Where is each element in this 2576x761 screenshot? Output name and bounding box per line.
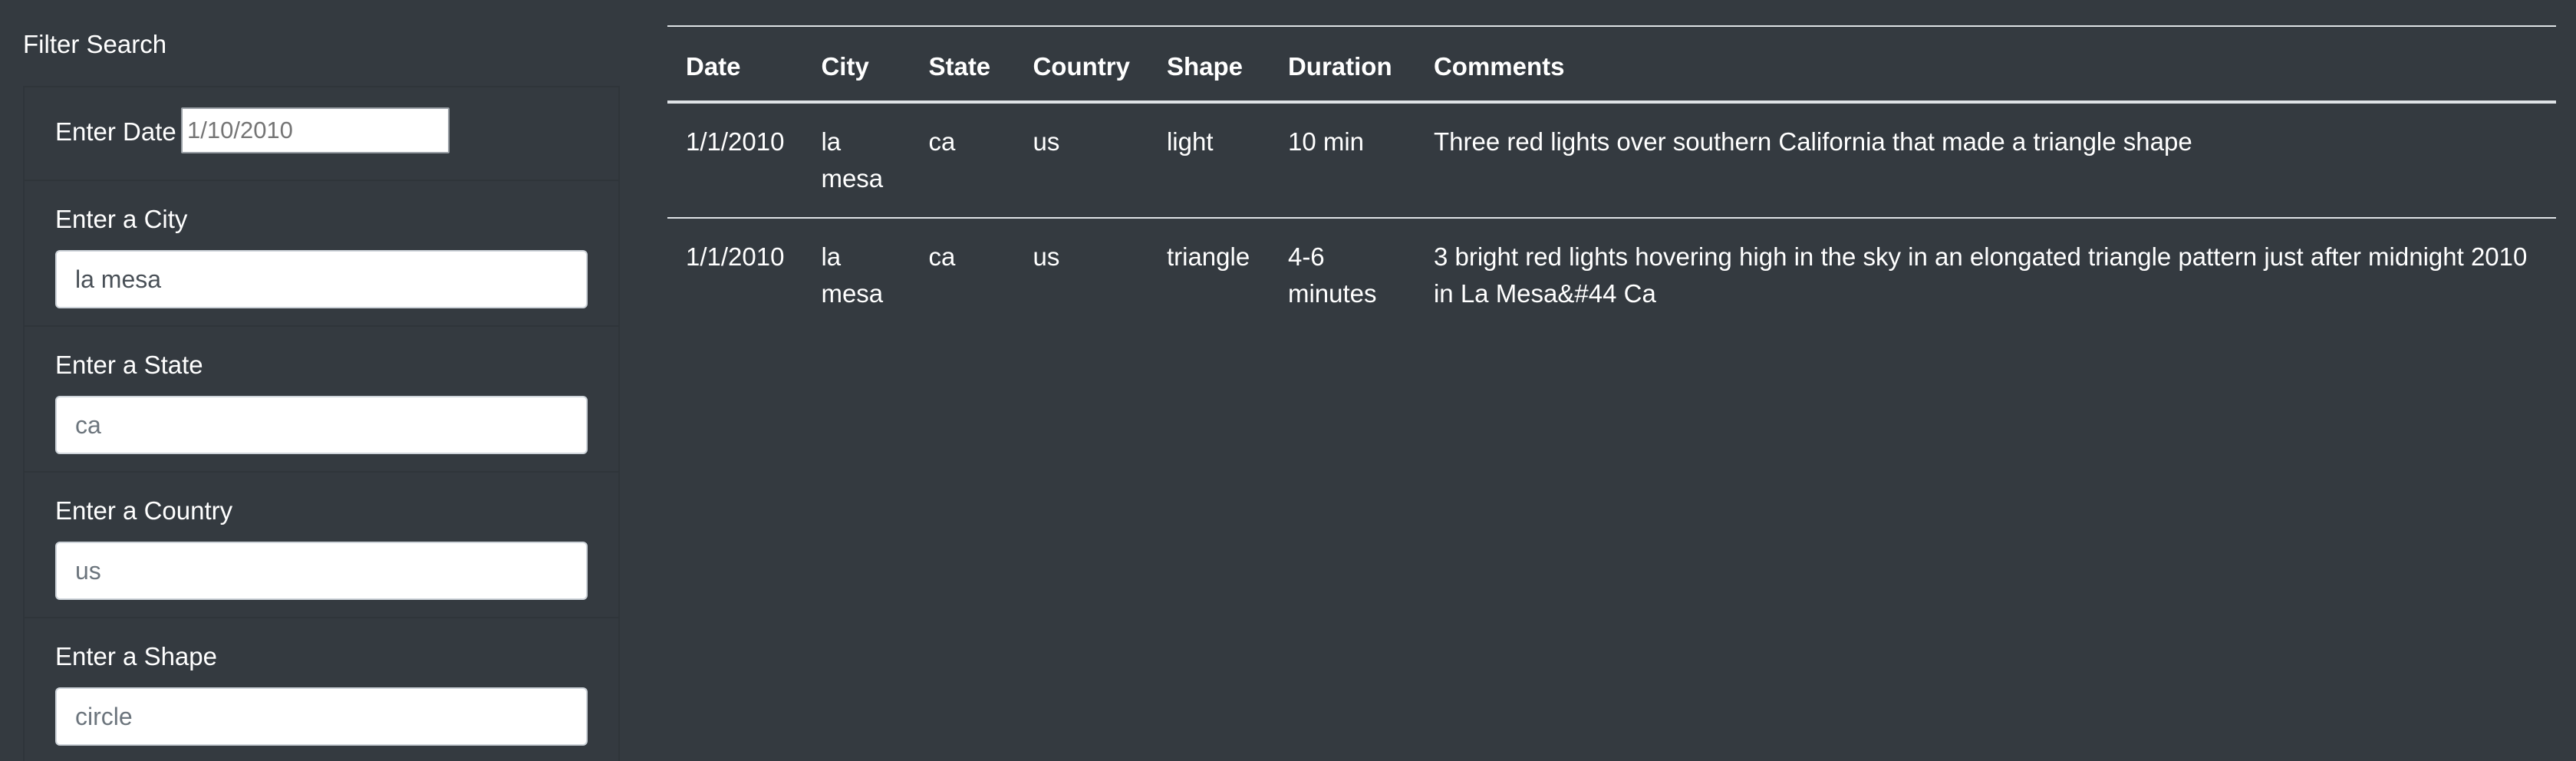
table-body: 1/1/2010 la mesa ca us light 10 min Thre… [667, 102, 2556, 332]
cell-state: ca [928, 242, 956, 271]
filter-item-state: Enter a State [25, 327, 618, 473]
cell-shape: triangle [1166, 242, 1250, 271]
header-comments: Comments [1415, 25, 2556, 104]
cell-comments: Three red lights over southern Californi… [1415, 102, 2556, 219]
filter-panel: Enter Date Enter a City Enter a State En… [23, 86, 620, 761]
cell-country: us [1014, 102, 1148, 219]
cell-city: la mesa [802, 102, 911, 219]
page: Filter Search Enter Date Enter a City En… [0, 0, 2576, 761]
table-row: 1/1/2010 la mesa ca us triangle 4-6 minu… [667, 218, 2556, 332]
date-input[interactable] [181, 107, 450, 153]
table-header-row: Date City State Country Shape Duration C… [667, 25, 2556, 104]
cell-country: us [1033, 242, 1060, 271]
table-header: Date City State Country Shape Duration C… [667, 25, 2556, 104]
filter-item-country: Enter a Country [25, 473, 618, 618]
cell-city: la mesa [821, 242, 884, 308]
cell-duration: 10 min [1269, 102, 1415, 219]
results-table: Date City State Country Shape Duration C… [667, 25, 2556, 332]
filter-sidebar: Filter Search Enter Date Enter a City En… [23, 0, 621, 761]
date-label: Enter Date [55, 117, 176, 146]
shape-label: Enter a Shape [55, 642, 217, 670]
header-city: City [802, 25, 911, 104]
shape-input[interactable] [55, 687, 588, 746]
header-country: Country [1014, 25, 1148, 104]
cell-shape: light [1148, 102, 1270, 219]
state-input[interactable] [55, 396, 588, 454]
header-date: Date [667, 25, 803, 104]
filter-title: Filter Search [23, 30, 167, 58]
city-label: Enter a City [55, 205, 188, 233]
city-input[interactable] [55, 250, 588, 308]
header-shape: Shape [1148, 25, 1270, 104]
cell-date: 1/1/2010 [667, 102, 803, 219]
state-label: Enter a State [55, 351, 203, 379]
header-state: State [910, 25, 1015, 104]
filter-item-date: Enter Date [25, 87, 618, 181]
country-label: Enter a Country [55, 496, 233, 525]
cell-comments: 3 bright red lights hovering high in the… [1433, 242, 2528, 308]
filter-item-shape: Enter a Shape [25, 618, 618, 761]
header-duration: Duration [1269, 25, 1415, 104]
cell-date: 1/1/2010 [686, 242, 785, 271]
country-input[interactable] [55, 542, 588, 600]
cell-state: ca [910, 102, 1015, 219]
table-row: 1/1/2010 la mesa ca us light 10 min Thre… [667, 102, 2556, 219]
results-table-container: Date City State Country Shape Duration C… [667, 25, 2556, 332]
filter-item-city: Enter a City [25, 181, 618, 327]
cell-duration: 4-6 minutes [1287, 242, 1377, 308]
